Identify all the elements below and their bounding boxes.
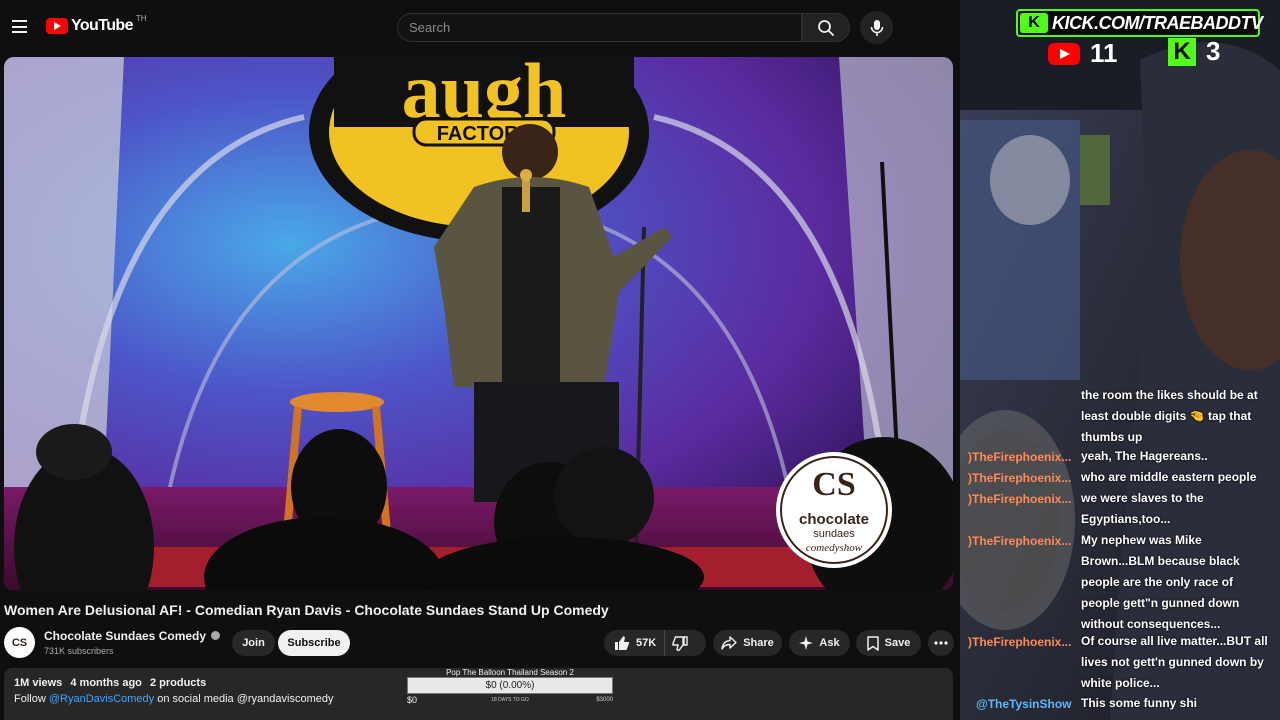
goal-bar-text: $0 (0.00%) <box>485 680 535 691</box>
product-count: 2 products <box>149 677 207 689</box>
chat-message: My nephew was Mike Brown...BLM because b… <box>1081 533 1240 631</box>
top-bar: YouTube TH <box>0 0 960 56</box>
channel-row: CS Chocolate Sundaes Comedy 731K subscri… <box>4 626 954 660</box>
ask-label: Ask <box>819 637 840 649</box>
watermark-line3: comedyshow <box>806 542 863 554</box>
voice-search-button[interactable] <box>860 11 893 44</box>
more-actions-button[interactable] <box>928 630 954 656</box>
share-icon <box>721 636 737 650</box>
chat-username: )TheFirephoenix... <box>968 492 1072 506</box>
microphone-icon <box>870 19 883 36</box>
video-meta: 1M views 4 months ago 2 products <box>14 677 206 689</box>
thumbs-down-icon <box>672 635 688 651</box>
watermark-line2: sundaes <box>813 528 855 540</box>
video-title: Women Are Delusional AF! - Comedian Ryan… <box>4 602 609 618</box>
avatar-text: CS <box>11 636 28 649</box>
chat-message: Of course all live matter...BUT all live… <box>1081 634 1268 690</box>
share-button[interactable]: Share <box>713 630 782 656</box>
subscriber-count: 731K subscribers <box>44 646 114 656</box>
logo-country-code: TH <box>135 13 147 23</box>
chat-message: This some funny shi <box>1081 696 1198 710</box>
chat-username: @TheTysinShow <box>976 697 1072 711</box>
thumbs-up-icon <box>615 635 629 650</box>
channel-avatar[interactable]: CS <box>4 627 35 658</box>
youtube-play-icon <box>46 18 68 34</box>
search-box <box>397 13 802 42</box>
goal-max: $3000 <box>596 697 613 703</box>
more-horizontal-icon <box>934 641 948 645</box>
sparkle-icon <box>799 636 814 650</box>
logo-text: YouTube <box>71 17 133 34</box>
save-label: Save <box>884 637 911 649</box>
youtube-logo[interactable]: YouTube TH <box>46 13 147 35</box>
chat-message: yeah, The Hagereans.. <box>1081 449 1208 463</box>
chat-username: )TheFirephoenix... <box>968 635 1072 649</box>
chat-message: we were slaves to the Egyptians,too... <box>1081 491 1204 526</box>
ask-button[interactable]: Ask <box>789 630 850 656</box>
description-box[interactable]: 1M views 4 months ago 2 products Follow … <box>4 668 953 720</box>
follow-suffix: on social media @ryandaviscomedy <box>157 693 334 705</box>
goal-progress-bar: $0 (0.00%) <box>407 677 613 694</box>
channel-name-text[interactable]: Chocolate Sundaes Comedy <box>44 629 206 643</box>
youtube-window: YouTube TH Search augh FACTORY CS chocol… <box>0 0 960 720</box>
svg-text:CS: CS <box>812 466 855 503</box>
like-button[interactable]: 57K <box>604 630 666 656</box>
chat-username: )TheFirephoenix... <box>968 534 1072 548</box>
menu-icon[interactable] <box>12 20 27 33</box>
goal-title: Pop The Balloon Thailand Season 2 <box>446 668 574 677</box>
like-dislike-group: 57K <box>604 630 706 656</box>
chat-message: the room the likes should be at least do… <box>1081 388 1258 444</box>
upload-age: 4 months ago <box>70 677 142 689</box>
description-follow-line: Follow @RyanDavisComedy on social media … <box>14 693 333 705</box>
like-count: 57K <box>636 637 657 649</box>
follow-prefix: Follow <box>14 693 46 705</box>
watermark-line1: chocolate <box>799 511 869 528</box>
video-frame: augh FACTORY CS chocolate sundaes comedy… <box>4 57 953 590</box>
channel-handle-link[interactable]: @RyanDavisComedy <box>49 693 154 705</box>
chat-username: )TheFirephoenix... <box>968 471 1072 485</box>
verified-icon <box>211 631 221 641</box>
video-player[interactable]: augh FACTORY CS chocolate sundaes comedy… <box>4 57 953 590</box>
share-label: Share <box>743 637 774 649</box>
search-button[interactable] <box>802 13 850 42</box>
view-count: 1M views <box>14 677 63 689</box>
bookmark-icon <box>866 635 879 651</box>
chat-overlay: the room the likes should be at least do… <box>960 0 1280 720</box>
dislike-button[interactable] <box>665 630 695 656</box>
channel-name[interactable]: Chocolate Sundaes Comedy <box>44 629 221 643</box>
goal-days-left: 18 DAYS TO GO <box>491 697 529 703</box>
search-input[interactable] <box>398 14 801 41</box>
subscribe-button[interactable]: Subscribe <box>278 630 350 656</box>
chat-message: who are middle eastern people <box>1081 470 1257 484</box>
chat-username: )TheFirephoenix... <box>968 450 1072 464</box>
search-icon <box>818 19 834 36</box>
donation-goal-widget: Pop The Balloon Thailand Season 2 $0 (0.… <box>407 668 613 708</box>
save-button[interactable]: Save <box>856 630 921 656</box>
join-button[interactable]: Join <box>232 630 275 656</box>
